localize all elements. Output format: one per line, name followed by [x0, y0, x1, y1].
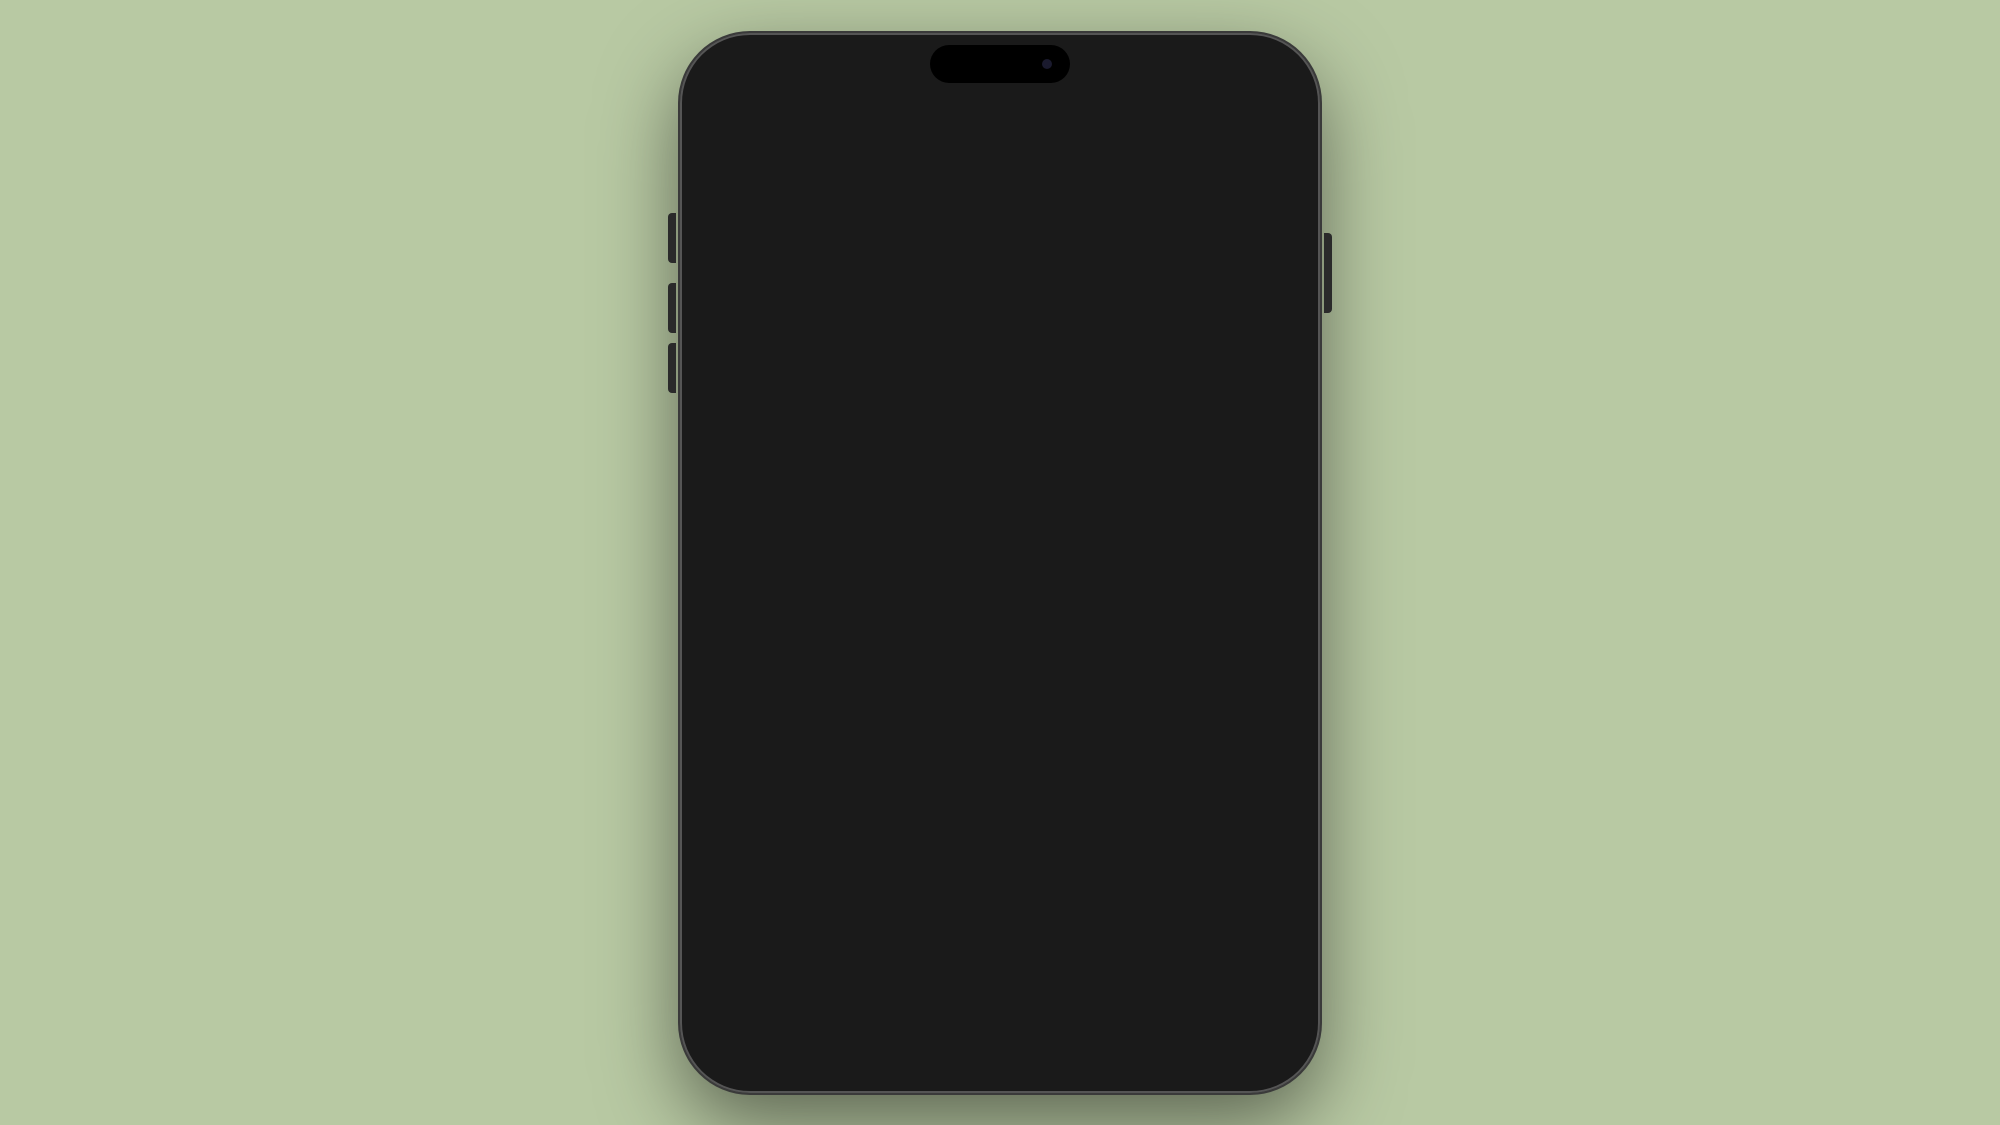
- page-title: Apps: [730, 113, 831, 161]
- status-time: 7:32 ➤: [730, 69, 778, 89]
- phone-wrapper: 7:32 ➤: [670, 23, 1330, 1103]
- page-header: Apps 🐭: [702, 97, 1298, 173]
- photo-label: Photo: [1126, 194, 1165, 211]
- section-subtitle: Helps you with these ➡️ 🌸 🌿 🌻: [730, 315, 1254, 336]
- app-icon-picturethis: [720, 684, 774, 738]
- phone-screen: 7:32 ➤: [702, 55, 1298, 1071]
- app-tagline: Plant care and identification: [788, 712, 1226, 727]
- status-icons: 14: [1175, 70, 1270, 87]
- category-photo[interactable]: 📷 Photo: [1078, 181, 1182, 224]
- health-fitness-icon: 🏃: [743, 192, 765, 213]
- category-entertainment[interactable]: 🍿 Entertainment: [910, 181, 1068, 224]
- section-more-hint: H: [1254, 262, 1270, 288]
- status-bar: 7:32 ➤: [702, 55, 1298, 97]
- section-title: Get Plant Care Advice: [730, 277, 1254, 311]
- battery-icon: 14: [1227, 71, 1270, 87]
- section-eyebrow: TRY SOMETHING NEW: [730, 258, 1254, 273]
- app-info-bar: PictureThis - Plant Identifier Plant car…: [702, 670, 1298, 752]
- app-name: PictureThis - Plant Identifier: [788, 694, 1226, 712]
- entertainment-label: Entertainment: [958, 194, 1051, 211]
- download-icon: [1242, 693, 1278, 729]
- category-health-fitness[interactable]: 🏃 Health & Fitness: [726, 181, 900, 224]
- photo-icon: 📷: [1095, 192, 1117, 213]
- app-card-picturethis[interactable]: PictureThis - Plant Identifier Plant car…: [702, 352, 1298, 752]
- download-button[interactable]: [1240, 691, 1280, 731]
- avatar[interactable]: 🐭: [1226, 115, 1270, 159]
- health-fitness-label: Health & Fitness: [773, 194, 883, 211]
- entertainment-icon: 🍿: [927, 192, 949, 213]
- app-text: PictureThis - Plant Identifier Plant car…: [788, 694, 1226, 727]
- wifi-icon: [1203, 70, 1221, 87]
- categories-row: 🏃 Health & Fitness 🍿 Entertainment 📷 Pho…: [702, 173, 1298, 238]
- featured-section: TRY SOMETHING NEW Get Plant Care Advice …: [702, 238, 1298, 752]
- signal-bars-icon: [1175, 71, 1197, 86]
- main-content: Apps 🐭 🏃 Health & Fitness 🍿 Entertainmen…: [702, 97, 1298, 1049]
